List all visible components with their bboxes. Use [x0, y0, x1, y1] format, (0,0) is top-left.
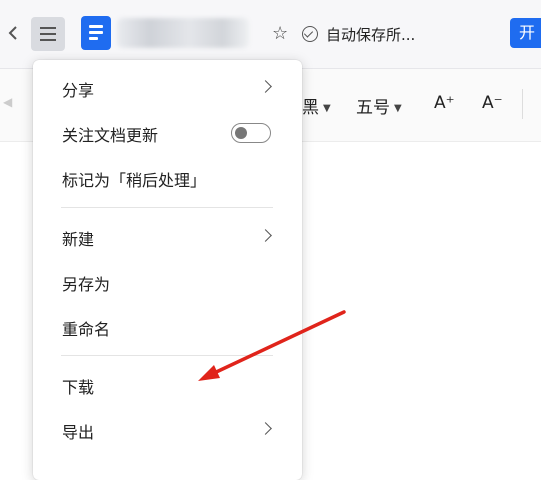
annotation-arrow-icon [198, 310, 346, 381]
